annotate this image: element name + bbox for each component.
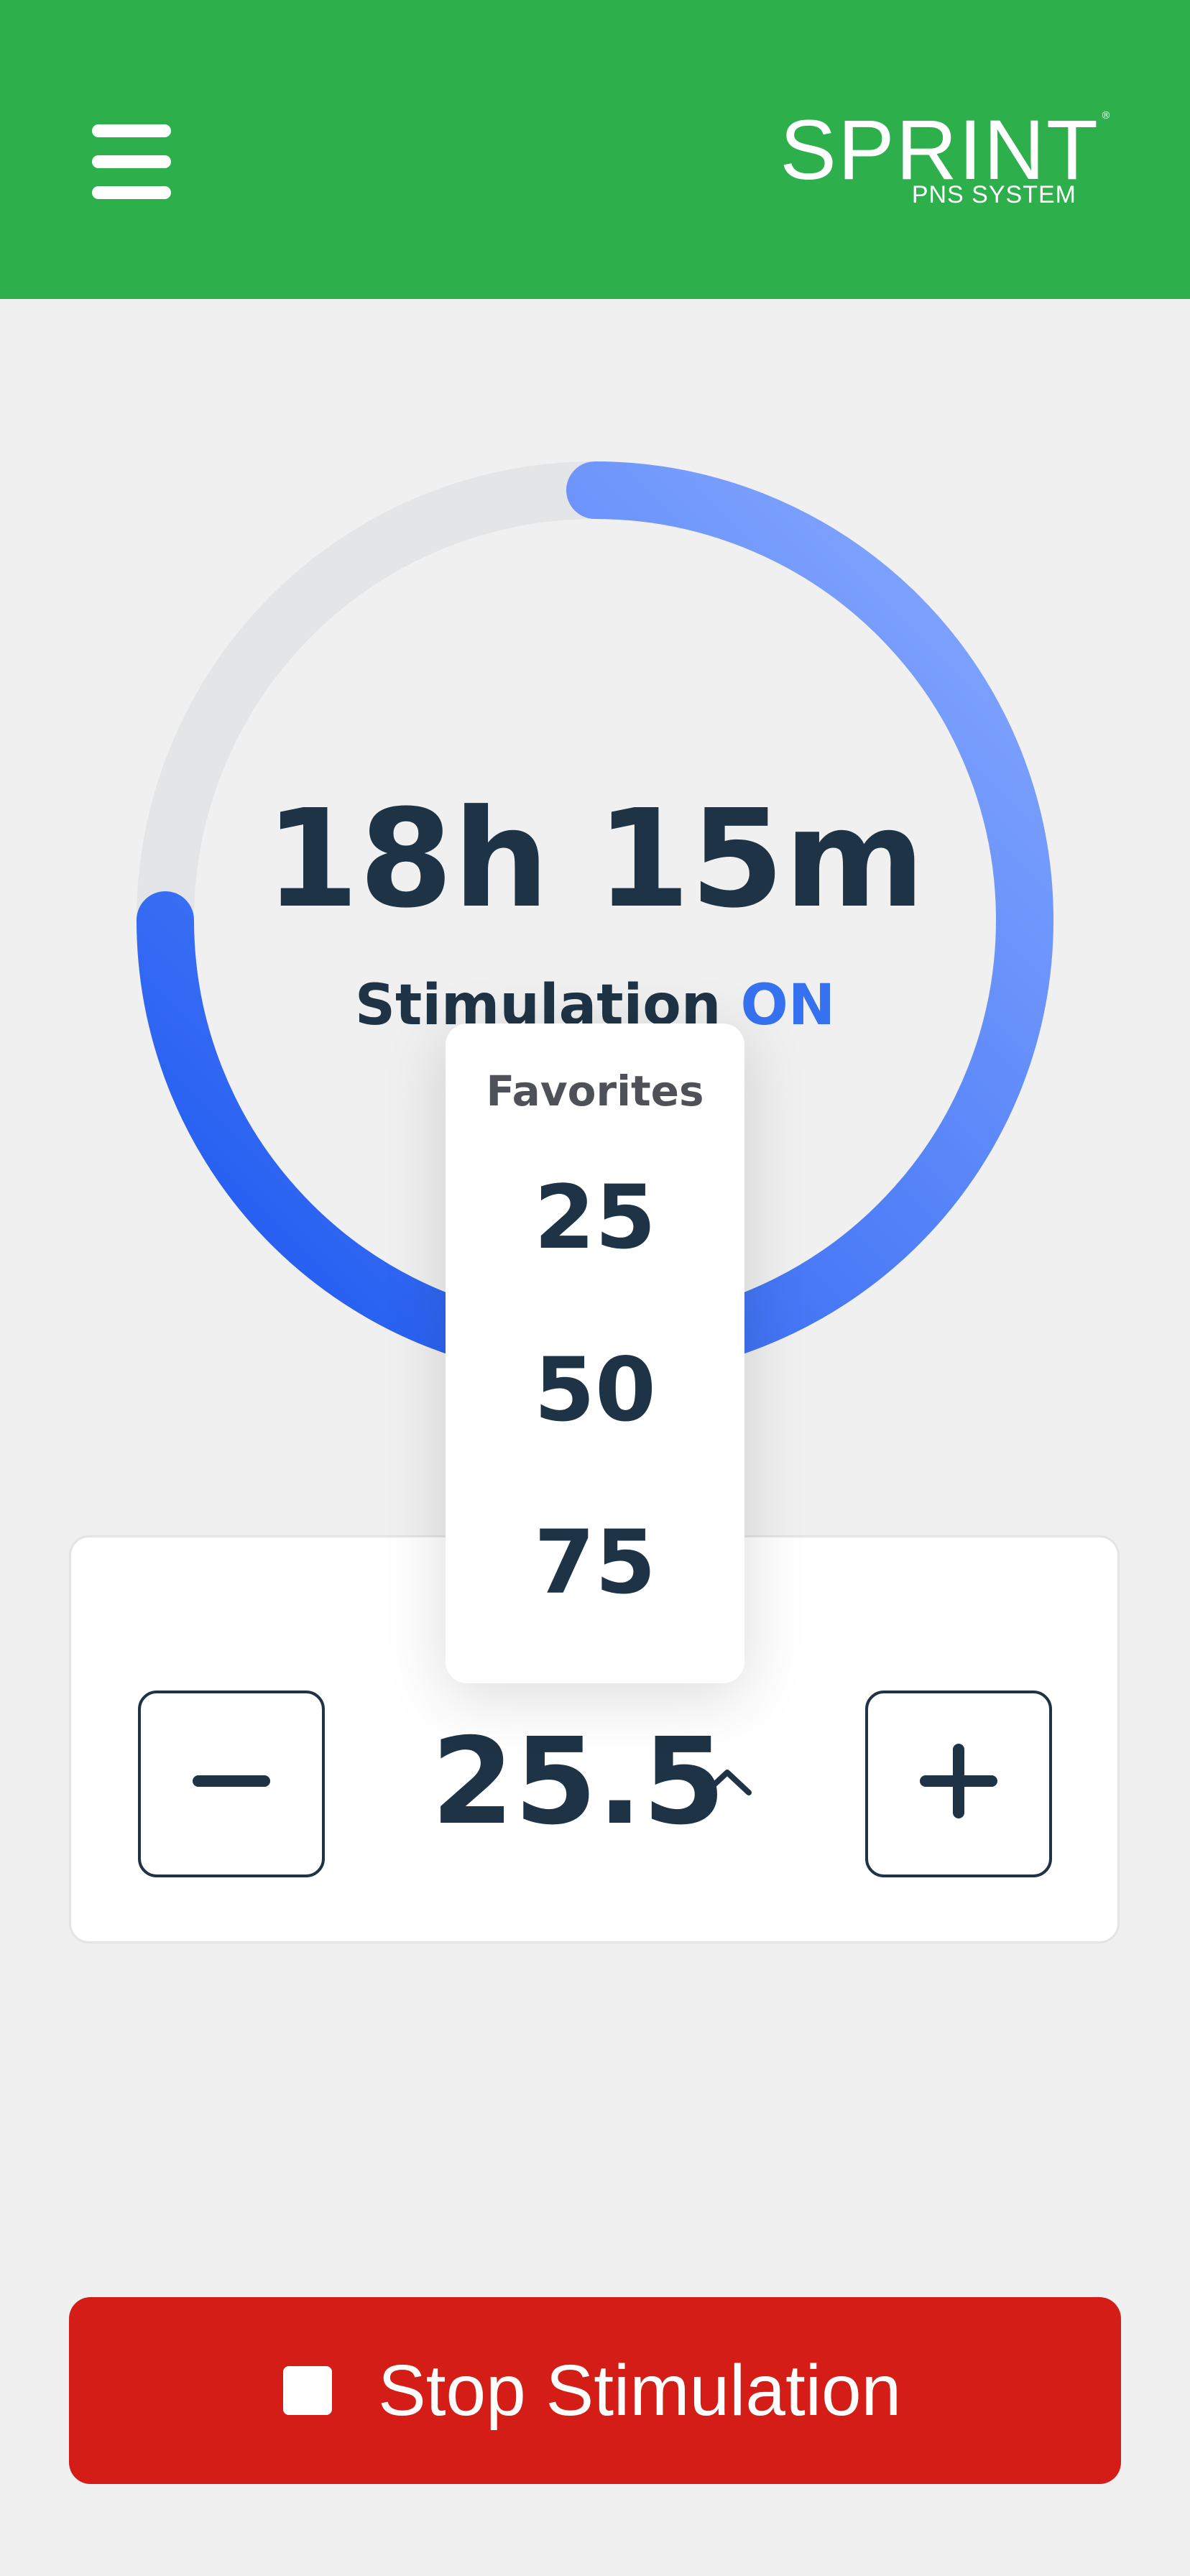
stop-square-icon [283, 2366, 332, 2415]
remaining-time: 18h 15m [264, 781, 926, 938]
minus-icon [193, 1775, 270, 1787]
plus-icon-vertical [953, 1744, 964, 1818]
favorite-option[interactable]: 50 [446, 1318, 744, 1462]
status-badge: ON [740, 973, 836, 1038]
favorites-popover: Favorites 25 50 75 [446, 1024, 744, 1683]
increase-amplitude-button[interactable] [865, 1690, 1052, 1877]
decrease-amplitude-button[interactable] [138, 1690, 325, 1877]
favorite-option[interactable]: 25 [446, 1146, 744, 1289]
amplitude-value: 25.5 [431, 1713, 726, 1852]
stop-stimulation-button[interactable]: Stop Stimulation [69, 2297, 1121, 2484]
favorite-option[interactable]: 75 [446, 1491, 744, 1634]
stop-stimulation-label: Stop Stimulation [378, 2350, 902, 2431]
favorites-title: Favorites [486, 1067, 704, 1116]
chevron-up-icon[interactable] [698, 1760, 756, 1803]
